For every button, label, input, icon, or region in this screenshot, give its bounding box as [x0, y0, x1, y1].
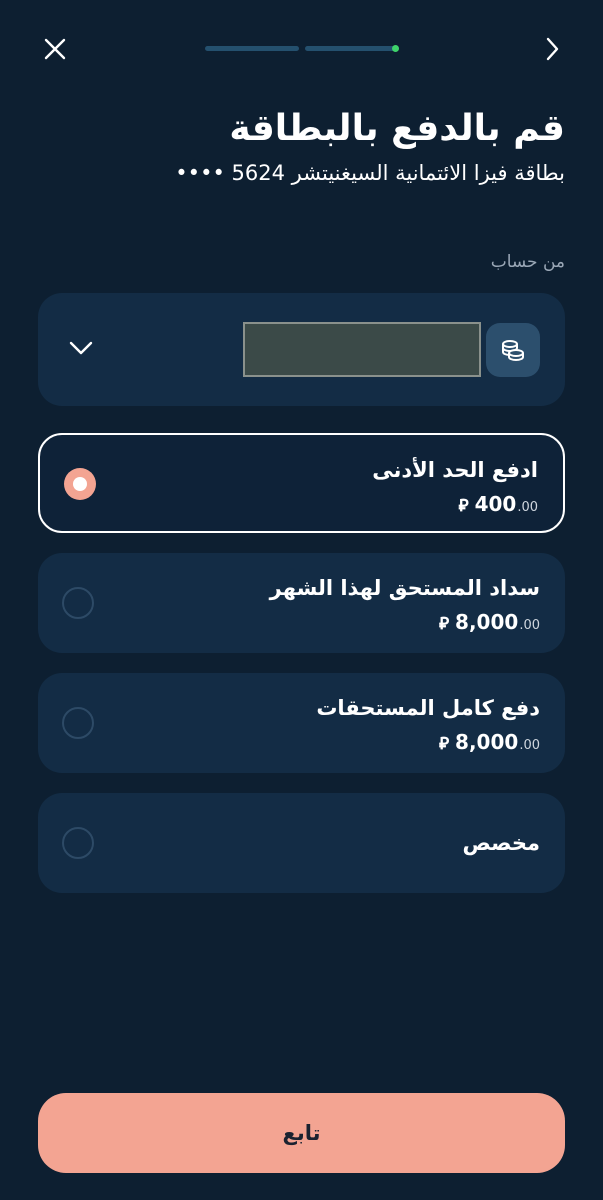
close-button[interactable]: [38, 32, 72, 66]
option-title: سداد المستحق لهذا الشهر: [269, 576, 540, 600]
option-amount: ⃁ 400 .00: [458, 491, 538, 521]
from-account-label: من حساب: [490, 252, 565, 272]
option-amount: ⃁ 8,000 .00: [439, 729, 540, 759]
page-title: قم بالدفع بالبطاقة: [229, 108, 565, 149]
progress-step-1: [205, 46, 299, 51]
riyal-symbol: ⃁: [438, 614, 450, 634]
card-subtitle: بطاقة فيزا الائتمانية السيغنيتشر 5624 ••…: [175, 161, 565, 185]
radio-unselected[interactable]: [62, 827, 94, 859]
radio-selected[interactable]: [64, 468, 96, 500]
option-pay-monthly-due[interactable]: سداد المستحق لهذا الشهر ⃁ 8,000 .00: [38, 553, 565, 653]
amount-integer: 8,000: [455, 610, 519, 634]
continue-button[interactable]: تابع: [38, 1093, 565, 1173]
amount-decimals: .00: [519, 738, 540, 753]
amount-integer: 400: [474, 492, 517, 516]
radio-unselected[interactable]: [62, 587, 94, 619]
amount-decimals: .00: [517, 500, 538, 515]
close-icon: [44, 38, 66, 60]
top-bar: [0, 0, 603, 100]
amount-decimals: .00: [519, 618, 540, 633]
option-pay-full-balance[interactable]: دفع كامل المستحقات ⃁ 8,000 .00: [38, 673, 565, 773]
account-name-redacted: [243, 322, 481, 377]
radio-unselected[interactable]: [62, 707, 94, 739]
account-selector[interactable]: [38, 293, 565, 406]
riyal-symbol: ⃁: [438, 734, 450, 754]
continue-button-label: تابع: [282, 1121, 321, 1145]
option-custom[interactable]: مخصص: [38, 793, 565, 893]
chevron-down-icon[interactable]: [66, 333, 96, 363]
chevron-right-icon: [546, 37, 559, 61]
coins-icon: [486, 323, 540, 377]
forward-button[interactable]: [535, 32, 569, 66]
amount-integer: 8,000: [455, 730, 519, 754]
option-pay-minimum[interactable]: ادفع الحد الأدنى ⃁ 400 .00: [38, 433, 565, 533]
progress-step-2: [305, 46, 399, 51]
step-progress: [205, 45, 399, 52]
option-title: ادفع الحد الأدنى: [372, 458, 538, 482]
progress-indicator-dot: [392, 45, 399, 52]
riyal-symbol: ⃁: [458, 496, 469, 516]
option-title: دفع كامل المستحقات: [316, 696, 540, 720]
option-title: مخصص: [462, 831, 540, 855]
option-amount: ⃁ 8,000 .00: [439, 609, 540, 639]
